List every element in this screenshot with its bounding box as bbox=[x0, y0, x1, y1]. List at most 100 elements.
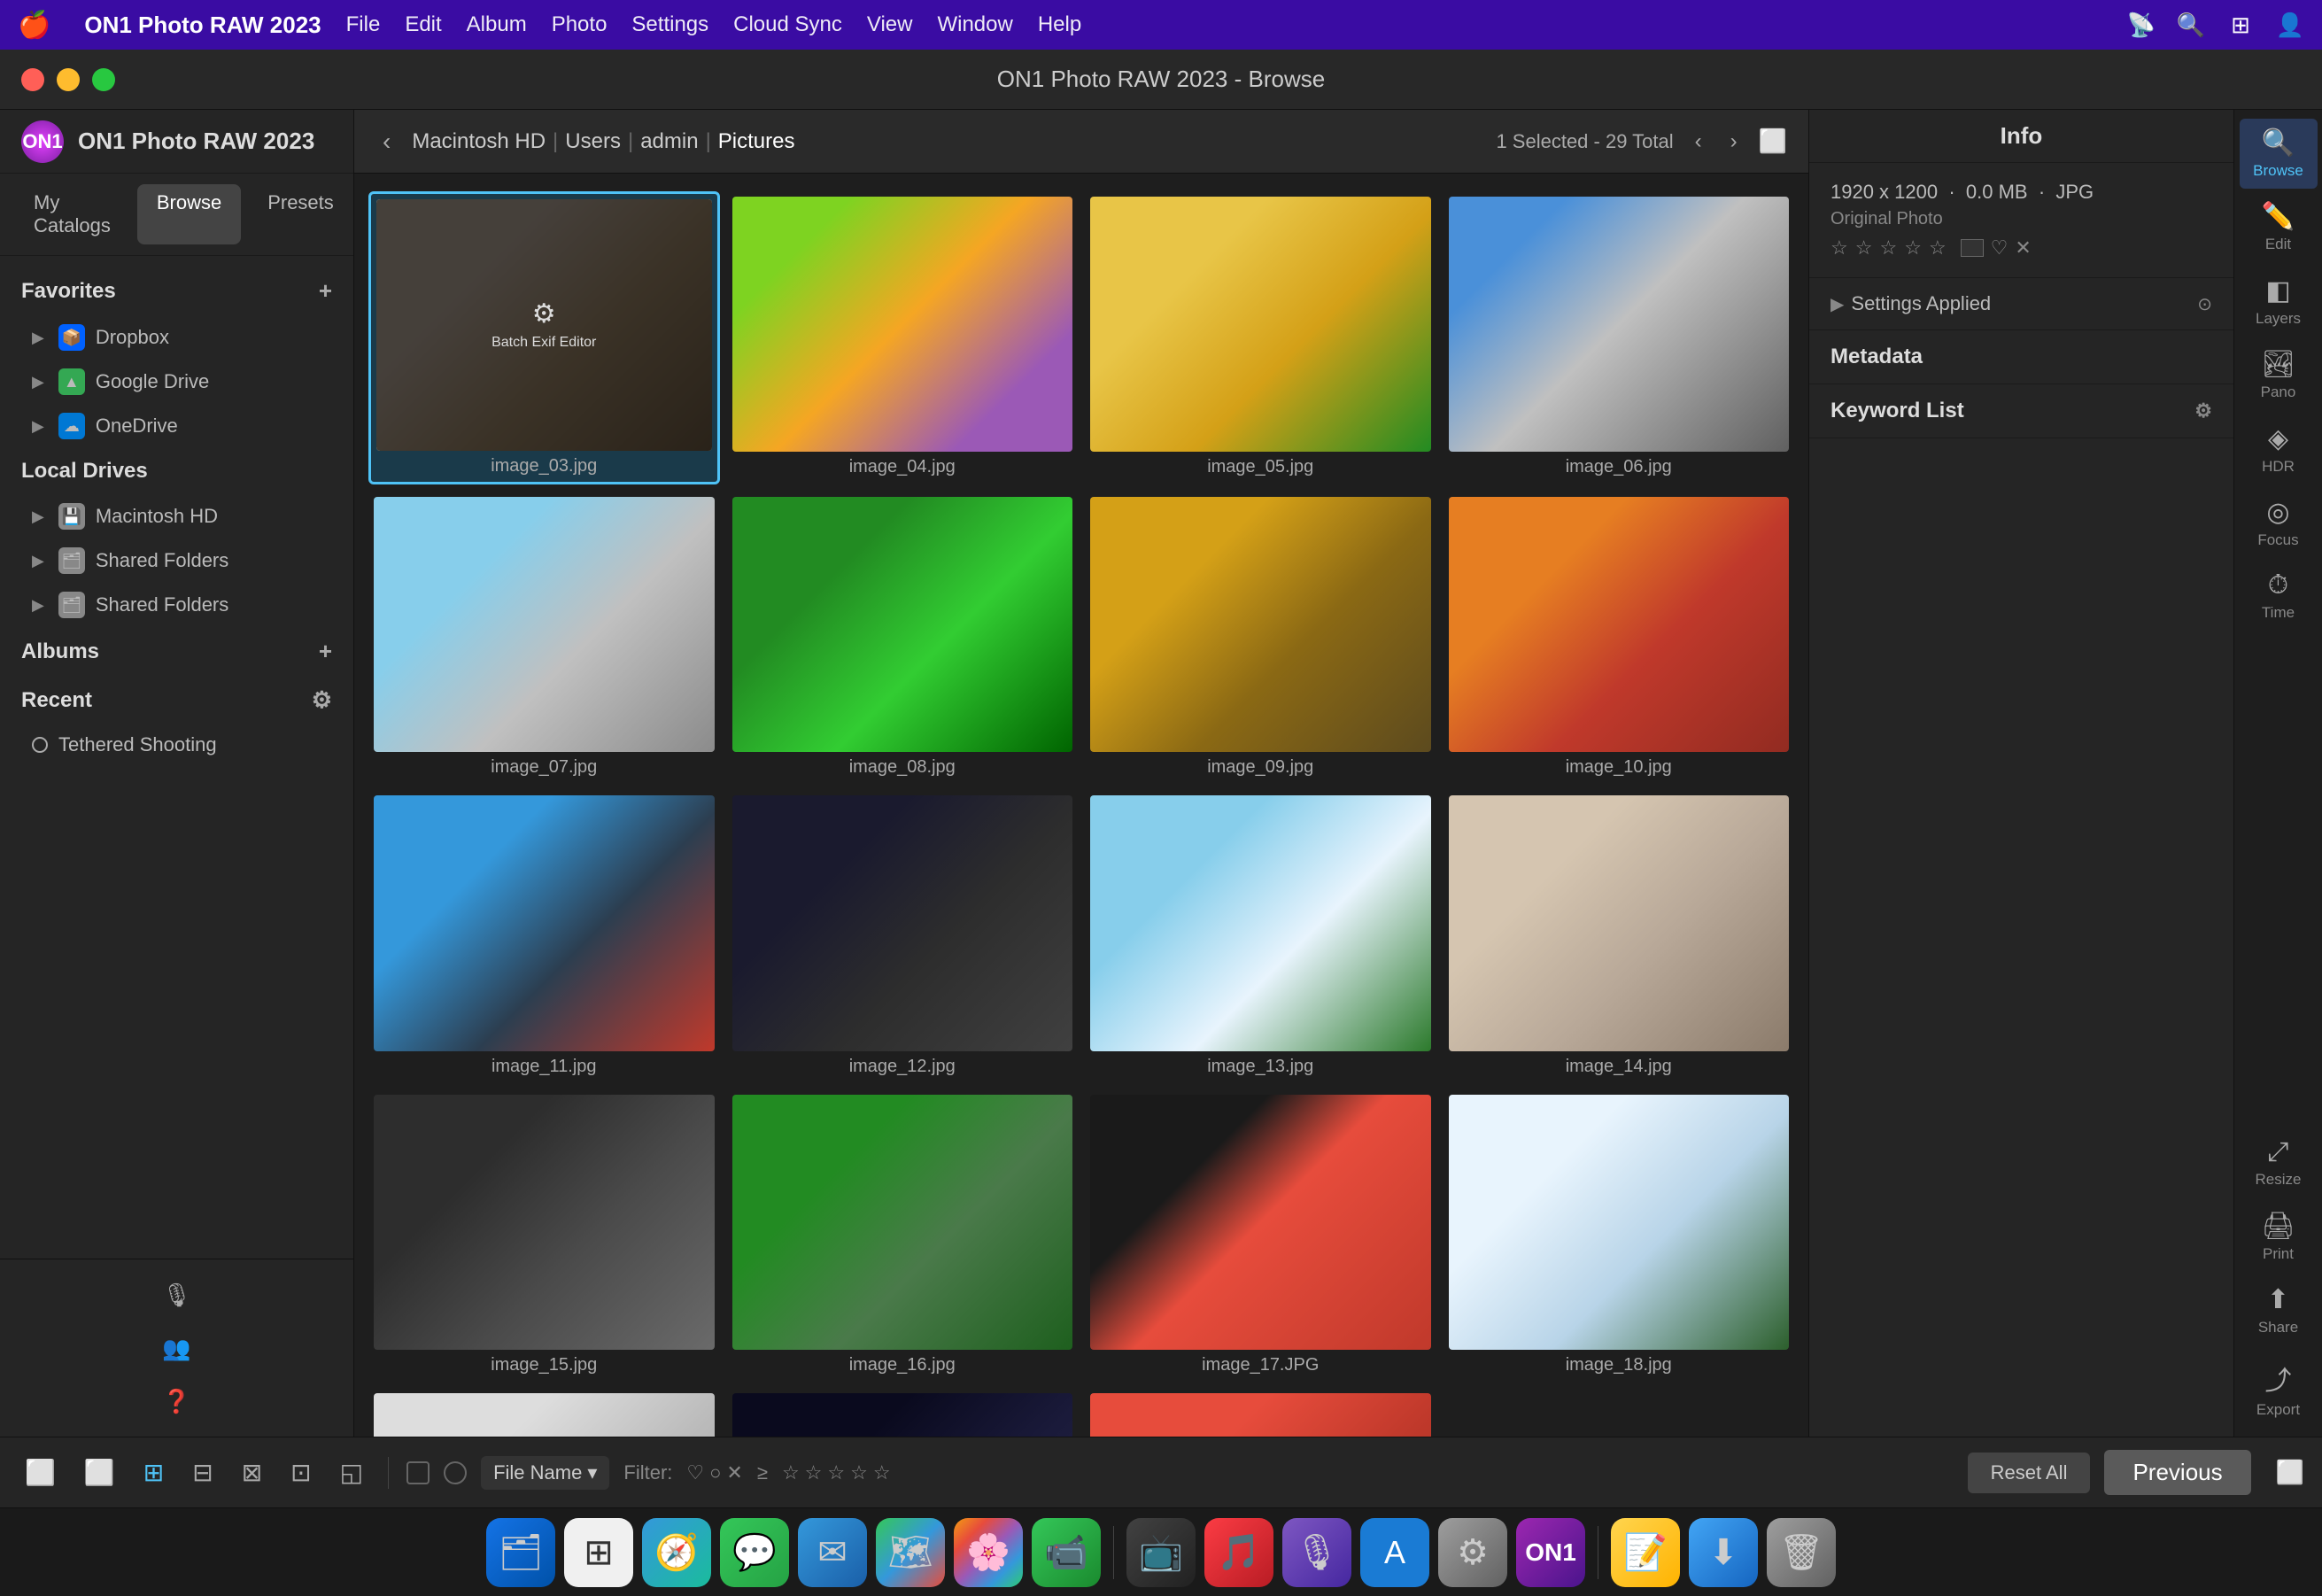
expand-icon[interactable]: ⬜ bbox=[2276, 1459, 2304, 1486]
photo-cell-image17[interactable]: image_17.JPG bbox=[1085, 1089, 1436, 1381]
sidebar-item-shared-2[interactable]: ▶ 🗂 Shared Folders bbox=[0, 583, 353, 627]
recent-item-tethered[interactable]: Tethered Shooting bbox=[0, 724, 353, 765]
rail-share[interactable]: ⬆ Share bbox=[2240, 1275, 2318, 1345]
apple-menu[interactable]: 🍎 bbox=[18, 10, 50, 41]
photo-cell-image05[interactable]: image_05.jpg bbox=[1085, 191, 1436, 484]
prev-photo-button[interactable]: ‹ bbox=[1688, 126, 1709, 158]
search-menu-icon[interactable]: 🔍 bbox=[2177, 11, 2205, 39]
filter-star2[interactable]: ☆ bbox=[805, 1461, 823, 1484]
tab-my-catalogs[interactable]: My Catalogs bbox=[14, 184, 130, 244]
metadata-section[interactable]: Metadata bbox=[1809, 330, 2233, 384]
view-grid2-button[interactable]: ⊟ bbox=[185, 1453, 220, 1492]
photo-cell-image18[interactable]: image_18.jpg bbox=[1444, 1089, 1795, 1381]
rail-resize[interactable]: ⤢ Resize bbox=[2240, 1128, 2318, 1197]
rail-layers[interactable]: ◧ Layers bbox=[2240, 267, 2318, 337]
dock-safari[interactable]: 🧭 bbox=[642, 1518, 711, 1587]
dock-photos[interactable]: 🌸 bbox=[954, 1518, 1023, 1587]
menu-cloud-sync[interactable]: Cloud Sync bbox=[733, 12, 842, 37]
tab-browse[interactable]: Browse bbox=[137, 184, 241, 244]
view-filmstrip-button[interactable]: ⬜ bbox=[77, 1453, 122, 1492]
next-photo-button[interactable]: › bbox=[1723, 126, 1745, 158]
menu-view[interactable]: View bbox=[867, 12, 913, 37]
menu-file[interactable]: File bbox=[346, 12, 381, 37]
photo-cell-image21[interactable]: image_21.jpg bbox=[1085, 1388, 1436, 1437]
close-button[interactable] bbox=[21, 68, 44, 91]
photo-cell-image07[interactable]: image_07.jpg bbox=[368, 492, 720, 783]
menu-help[interactable]: Help bbox=[1038, 12, 1081, 37]
filter-star5[interactable]: ☆ bbox=[873, 1461, 891, 1484]
heart-button[interactable]: ♡ bbox=[1991, 236, 2009, 260]
photo-cell-image08[interactable]: image_08.jpg bbox=[727, 492, 1079, 783]
tab-presets[interactable]: Presets bbox=[248, 184, 353, 244]
albums-add-button[interactable]: + bbox=[319, 638, 332, 665]
user-icon[interactable]: 👤 bbox=[2276, 11, 2304, 39]
help-icon[interactable]: ❓ bbox=[154, 1378, 200, 1424]
photo-grid[interactable]: ⚙ Batch Exif Editor image_03.jpg image_0… bbox=[354, 174, 1808, 1437]
maximize-button[interactable] bbox=[92, 68, 115, 91]
breadcrumb-pictures[interactable]: Pictures bbox=[718, 129, 795, 154]
filter-checkbox[interactable] bbox=[406, 1461, 430, 1484]
star1[interactable]: ☆ bbox=[1831, 236, 1848, 260]
photo-cell-image15[interactable]: image_15.jpg bbox=[368, 1089, 720, 1381]
rail-time[interactable]: ⏱ Time bbox=[2240, 562, 2318, 631]
breadcrumb-admin[interactable]: admin bbox=[640, 129, 698, 154]
keyword-list-section[interactable]: Keyword List ⚙ bbox=[1809, 384, 2233, 438]
menu-photo[interactable]: Photo bbox=[552, 12, 608, 37]
filter-color-icon[interactable]: ○ bbox=[709, 1461, 721, 1484]
dock-system-settings[interactable]: ⚙ bbox=[1438, 1518, 1507, 1587]
photo-cell-image09[interactable]: image_09.jpg bbox=[1085, 492, 1436, 783]
color-label[interactable] bbox=[1961, 239, 1984, 257]
minimize-button[interactable] bbox=[57, 68, 80, 91]
menu-album[interactable]: Album bbox=[467, 12, 527, 37]
reject-button[interactable]: ✕ bbox=[2015, 236, 2031, 260]
photo-cell-image10[interactable]: image_10.jpg bbox=[1444, 492, 1795, 783]
sidebar-item-onedrive[interactable]: ▶ ☁ OneDrive bbox=[0, 404, 353, 448]
star2[interactable]: ☆ bbox=[1855, 236, 1873, 260]
view-grid-button[interactable]: ⊞ bbox=[136, 1453, 171, 1492]
menu-settings[interactable]: Settings bbox=[631, 12, 708, 37]
favorites-add-button[interactable]: + bbox=[319, 277, 332, 305]
star4[interactable]: ☆ bbox=[1904, 236, 1922, 260]
settings-applied-row[interactable]: ▶ Settings Applied ⊙ bbox=[1809, 278, 2233, 330]
reset-all-button[interactable]: Reset All bbox=[1968, 1453, 2091, 1493]
view-mask-button[interactable]: ◱ bbox=[333, 1453, 370, 1492]
sidebar-item-shared-1[interactable]: ▶ 🗂 Shared Folders bbox=[0, 538, 353, 583]
photo-cell-image06[interactable]: image_06.jpg bbox=[1444, 191, 1795, 484]
sidebar-item-macintosh-hd[interactable]: ▶ 💾 Macintosh HD bbox=[0, 494, 353, 538]
dock-maps[interactable]: 🗺 bbox=[876, 1518, 945, 1587]
dock-finder[interactable]: 🗂 bbox=[486, 1518, 555, 1587]
sidebar-item-dropbox[interactable]: ▶ 📦 Dropbox bbox=[0, 315, 353, 360]
rail-hdr[interactable]: ◈ HDR bbox=[2240, 414, 2318, 484]
notification-icon[interactable]: 📡 bbox=[2127, 11, 2156, 39]
rail-pano[interactable]: 🏞 Pano bbox=[2240, 340, 2318, 410]
photo-cell-image14[interactable]: image_14.jpg bbox=[1444, 790, 1795, 1081]
dock-messages[interactable]: 💬 bbox=[720, 1518, 789, 1587]
dock-appletv[interactable]: 📺 bbox=[1126, 1518, 1196, 1587]
nav-back-button[interactable]: ‹ bbox=[375, 124, 398, 159]
batch-exif-overlay[interactable]: ⚙ Batch Exif Editor bbox=[376, 199, 712, 451]
photo-cell-image16[interactable]: image_16.jpg bbox=[727, 1089, 1079, 1381]
filter-star3[interactable]: ☆ bbox=[827, 1461, 845, 1484]
photo-cell-image19[interactable]: image_19.jpg bbox=[368, 1388, 720, 1437]
dock-music[interactable]: 🎵 bbox=[1204, 1518, 1273, 1587]
rail-edit[interactable]: ✏️ Edit bbox=[2240, 192, 2318, 262]
menu-window[interactable]: Window bbox=[937, 12, 1012, 37]
sidebar-item-gdrive[interactable]: ▶ ▲ Google Drive bbox=[0, 360, 353, 404]
filter-star4[interactable]: ☆ bbox=[850, 1461, 868, 1484]
breadcrumb-users[interactable]: Users bbox=[565, 129, 621, 154]
view-single-button[interactable]: ⬜ bbox=[18, 1453, 63, 1492]
filter-star1[interactable]: ☆ bbox=[782, 1461, 800, 1484]
rail-print[interactable]: 🖨 Print bbox=[2240, 1202, 2318, 1272]
dock-trash[interactable]: 🗑 bbox=[1767, 1518, 1836, 1587]
photo-cell-image03[interactable]: ⚙ Batch Exif Editor image_03.jpg bbox=[368, 191, 720, 484]
photo-cell-image20[interactable]: image_20.jpg bbox=[727, 1388, 1079, 1437]
dock-facetime[interactable]: 📹 bbox=[1032, 1518, 1101, 1587]
star3[interactable]: ☆ bbox=[1879, 236, 1897, 260]
view-compare-button[interactable]: ⊡ bbox=[283, 1453, 318, 1492]
sort-dropdown[interactable]: File Name ▾ bbox=[481, 1456, 609, 1490]
previous-button[interactable]: Previous bbox=[2104, 1450, 2250, 1495]
dock-on1[interactable]: ON1 bbox=[1516, 1518, 1585, 1587]
dock-notes[interactable]: 📝 bbox=[1611, 1518, 1680, 1587]
dock-downloads[interactable]: ⬇ bbox=[1689, 1518, 1758, 1587]
view-grid3-button[interactable]: ⊠ bbox=[235, 1453, 269, 1492]
